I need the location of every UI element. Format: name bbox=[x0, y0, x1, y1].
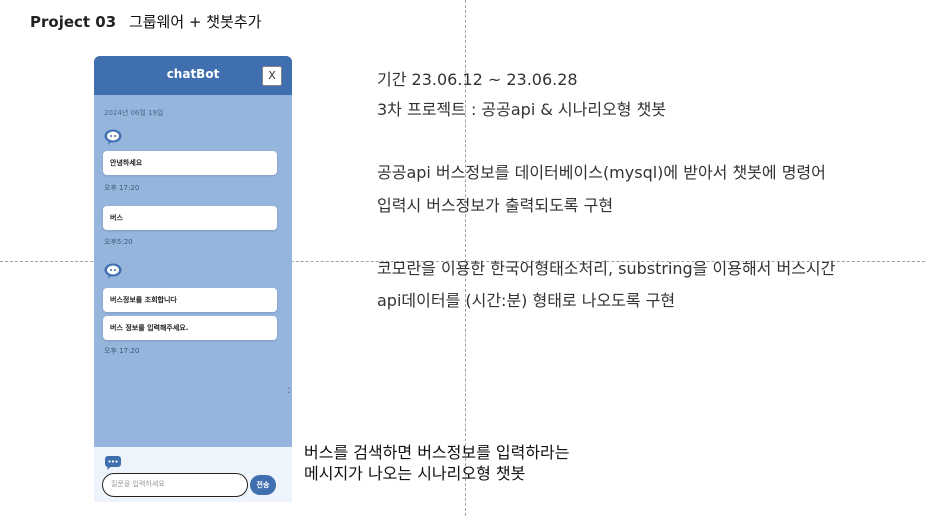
chatbot-window: chatBot X 2024년 06월 19일 안녕하세요 오후 17:20 버… bbox=[94, 56, 292, 502]
message-time: 오후5:20 bbox=[104, 238, 133, 246]
bot-message: 안녕하세요 bbox=[103, 151, 277, 175]
feature-description: api데이터를 (시간:분) 형태로 나오도록 구현 bbox=[377, 291, 676, 310]
message-time: 오후 17:20 bbox=[104, 347, 140, 355]
chat-date: 2024년 06월 19일 bbox=[104, 109, 164, 117]
project-subtitle: 그룹웨어 + 챗봇추가 bbox=[128, 13, 262, 31]
chat-input[interactable]: 질문을 입력하세요 bbox=[102, 473, 248, 497]
send-button[interactable]: 전송 bbox=[250, 475, 276, 495]
feature-description: 입력시 버스정보가 출력되도록 구현 bbox=[377, 196, 614, 215]
chat-messages: 2024년 06월 19일 안녕하세요 오후 17:20 버스 오후5:20 버… bbox=[94, 95, 292, 447]
project-period: 기간 23.06.12 ~ 23.06.28 bbox=[377, 70, 578, 89]
feature-description: 코모란을 이용한 한국어형태소처리, substring을 이용해서 버스시간 bbox=[377, 259, 836, 278]
feature-description: 공공api 버스정보를 데이터베이스(mysql)에 받아서 챗봇에 명령어 bbox=[377, 163, 826, 182]
project-label: Project 03 bbox=[30, 13, 117, 31]
close-button[interactable]: X bbox=[262, 66, 282, 86]
chat-input-bar: 질문을 입력하세요 전송 bbox=[94, 447, 292, 502]
project-summary: 3차 프로젝트 : 공공api & 시나리오형 챗봇 bbox=[377, 100, 667, 119]
message-time: 오후 17:20 bbox=[104, 184, 140, 192]
user-message: 버스 bbox=[103, 206, 277, 230]
chat-header: chatBot X bbox=[94, 56, 292, 95]
bot-avatar-icon bbox=[104, 129, 122, 145]
message-icon bbox=[105, 456, 121, 470]
bot-avatar-icon bbox=[104, 263, 122, 279]
caption-line: 메시지가 나오는 시나리오형 챗봇 bbox=[304, 464, 526, 483]
bot-message: 버스정보를 조회합니다 bbox=[103, 288, 277, 312]
stray-mark: : bbox=[287, 383, 291, 396]
page-title: Project 03 그룹웨어 + 챗봇추가 bbox=[30, 11, 261, 32]
bot-message: 버스 정보를 입력해주세요. bbox=[103, 316, 277, 340]
